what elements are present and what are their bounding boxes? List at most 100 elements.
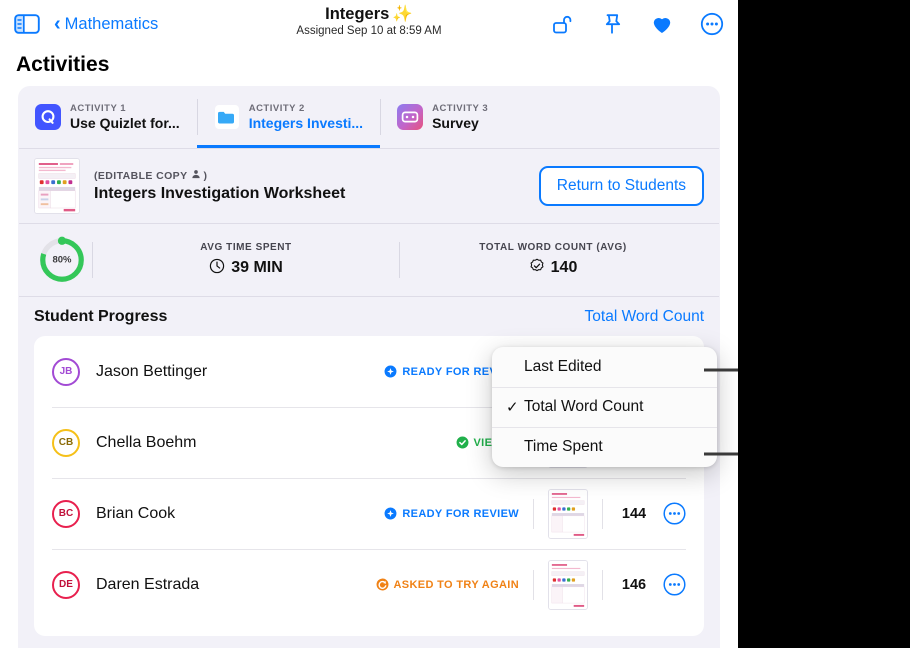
ready-for-review-icon [384, 365, 397, 378]
pin-icon[interactable] [600, 12, 624, 36]
student-name: Jason Bettinger [96, 363, 207, 381]
avatar-initials: DE [59, 579, 73, 590]
student-progress-header: Student Progress Total Word Count [18, 297, 720, 336]
status-badge: ASKED TO TRY AGAIN [376, 578, 519, 591]
tab-activity-2-title: Integers Investi... [249, 115, 363, 131]
stat-avg-time-kicker: AVG TIME SPENT [200, 242, 291, 253]
student-work-thumbnail[interactable] [548, 560, 588, 610]
stat-avg-time-value-row: 39 MIN [209, 258, 283, 279]
tab-activity-3-title: Survey [432, 115, 488, 131]
person-icon [191, 169, 201, 182]
sort-options-menu: Last Edited ✓ Total Word Count Time Spen… [492, 347, 717, 467]
stat-word-count-value-row: 140 [529, 258, 578, 279]
checkmark-icon: ✓ [506, 398, 524, 416]
menu-item-label: Time Spent [524, 438, 603, 456]
tab-activity-1-kicker: ACTIVITY 1 [70, 103, 180, 114]
cell-divider [533, 499, 534, 529]
status-label: READY FOR REVIEW [402, 508, 519, 520]
tab-activity-3[interactable]: ACTIVITY 3 Survey [380, 86, 505, 148]
page-title: Integers [325, 5, 389, 24]
stat-total-word-count: TOTAL WORD COUNT (AVG) 140 [400, 242, 706, 279]
student-work-thumbnail[interactable] [548, 489, 588, 539]
tab-activity-3-text: ACTIVITY 3 Survey [432, 103, 488, 131]
worksheet-name: Integers Investigation Worksheet [94, 185, 345, 203]
nav-left-group: ‹ Mathematics [14, 14, 158, 34]
student-name: Chella Boehm [96, 434, 197, 452]
student-progress-title: Student Progress [34, 308, 167, 326]
worksheet-kicker: (EDITABLE COPY ) [94, 169, 345, 182]
assignment-stats-row: 80% AVG TIME SPENT 39 MIN TOTAL [18, 224, 720, 296]
completion-ring: 80% [32, 235, 92, 285]
callout-bracket [704, 366, 738, 463]
menu-item-last-edited[interactable]: Last Edited [492, 347, 717, 387]
survey-icon [397, 104, 423, 130]
activity-tabs: ACTIVITY 1 Use Quizlet for... ACTIVITY 2… [18, 86, 720, 148]
student-name: Daren Estrada [96, 576, 199, 594]
worksheet-meta: (EDITABLE COPY ) Integers Investigation … [94, 169, 345, 203]
cell-divider [602, 570, 603, 600]
assignment-title-row: Integers ✨ [325, 5, 413, 24]
avatar: DE [52, 571, 80, 599]
row-more-icon[interactable] [663, 502, 686, 525]
unlock-icon[interactable] [550, 12, 574, 36]
more-circle-icon[interactable] [700, 12, 724, 36]
row-details: ASKED TO TRY AGAIN [376, 560, 686, 610]
checkmark-seal-icon [529, 258, 545, 279]
table-row[interactable]: DE Daren Estrada ASKED TO TRY AGAIN [34, 549, 704, 620]
menu-item-label: Last Edited [524, 358, 602, 376]
return-to-students-button[interactable]: Return to Students [539, 166, 704, 206]
folder-icon [214, 104, 240, 130]
nav-actions-group [550, 12, 724, 36]
tab-activity-1-title: Use Quizlet for... [70, 115, 180, 131]
stat-avg-time-value: 39 MIN [231, 259, 283, 277]
tab-activity-1[interactable]: ACTIVITY 1 Use Quizlet for... [18, 86, 197, 148]
status-badge: READY FOR REVIEW [384, 507, 519, 520]
heart-icon[interactable] [650, 12, 674, 36]
avatar: CB [52, 429, 80, 457]
avatar-initials: BC [59, 508, 73, 519]
tab-activity-2-kicker: ACTIVITY 2 [249, 103, 363, 114]
cell-divider [533, 570, 534, 600]
row-details: READY FOR REVIEW [384, 489, 686, 539]
menu-item-time-spent[interactable]: Time Spent [492, 427, 717, 467]
chevron-left-icon: ‹ [54, 14, 61, 34]
word-count-value: 144 [617, 506, 651, 522]
viewed-icon [456, 436, 469, 449]
tab-activity-2-text: ACTIVITY 2 Integers Investi... [249, 103, 363, 131]
back-link-label: Mathematics [65, 15, 159, 34]
avatar-initials: CB [59, 437, 73, 448]
activities-heading: Activities [0, 48, 738, 86]
row-more-icon[interactable] [663, 573, 686, 596]
worksheet-kicker-text: (EDITABLE COPY [94, 170, 188, 182]
sparkles-icon: ✨ [392, 5, 413, 24]
assignment-subtitle: Assigned Sep 10 at 8:59 AM [296, 25, 441, 37]
stat-word-count-kicker: TOTAL WORD COUNT (AVG) [479, 242, 626, 253]
clock-icon [209, 258, 225, 279]
stat-avg-time-spent: AVG TIME SPENT 39 MIN [93, 242, 399, 279]
table-row[interactable]: BC Brian Cook READY FOR REVIEW [34, 478, 704, 549]
cell-divider [602, 499, 603, 529]
tab-activity-2[interactable]: ACTIVITY 2 Integers Investi... [197, 86, 380, 148]
avatar: BC [52, 500, 80, 528]
top-navigation-bar: ‹ Mathematics Integers ✨ Assigned Sep 10… [0, 0, 738, 48]
student-name: Brian Cook [96, 505, 175, 523]
quizlet-icon [35, 104, 61, 130]
status-label: ASKED TO TRY AGAIN [394, 579, 519, 591]
worksheet-header-row: (EDITABLE COPY ) Integers Investigation … [18, 149, 720, 223]
menu-item-label: Total Word Count [524, 398, 643, 416]
ready-for-review-icon [384, 507, 397, 520]
back-to-mathematics-link[interactable]: ‹ Mathematics [54, 14, 158, 34]
word-count-value: 146 [617, 577, 651, 593]
tab-activity-3-kicker: ACTIVITY 3 [432, 103, 488, 114]
tab-activity-1-text: ACTIVITY 1 Use Quizlet for... [70, 103, 180, 131]
completion-percent: 80% [32, 255, 92, 266]
worksheet-kicker-end: ) [204, 170, 208, 182]
sort-by-button[interactable]: Total Word Count [585, 308, 704, 326]
asked-to-try-again-icon [376, 578, 389, 591]
menu-item-total-word-count[interactable]: ✓ Total Word Count [492, 387, 717, 427]
stat-word-count-value: 140 [551, 259, 578, 277]
worksheet-thumbnail[interactable] [34, 158, 80, 214]
assignment-detail-screen: ‹ Mathematics Integers ✨ Assigned Sep 10… [0, 0, 738, 648]
sidebar-toggle-icon[interactable] [14, 14, 40, 34]
avatar: JB [52, 358, 80, 386]
